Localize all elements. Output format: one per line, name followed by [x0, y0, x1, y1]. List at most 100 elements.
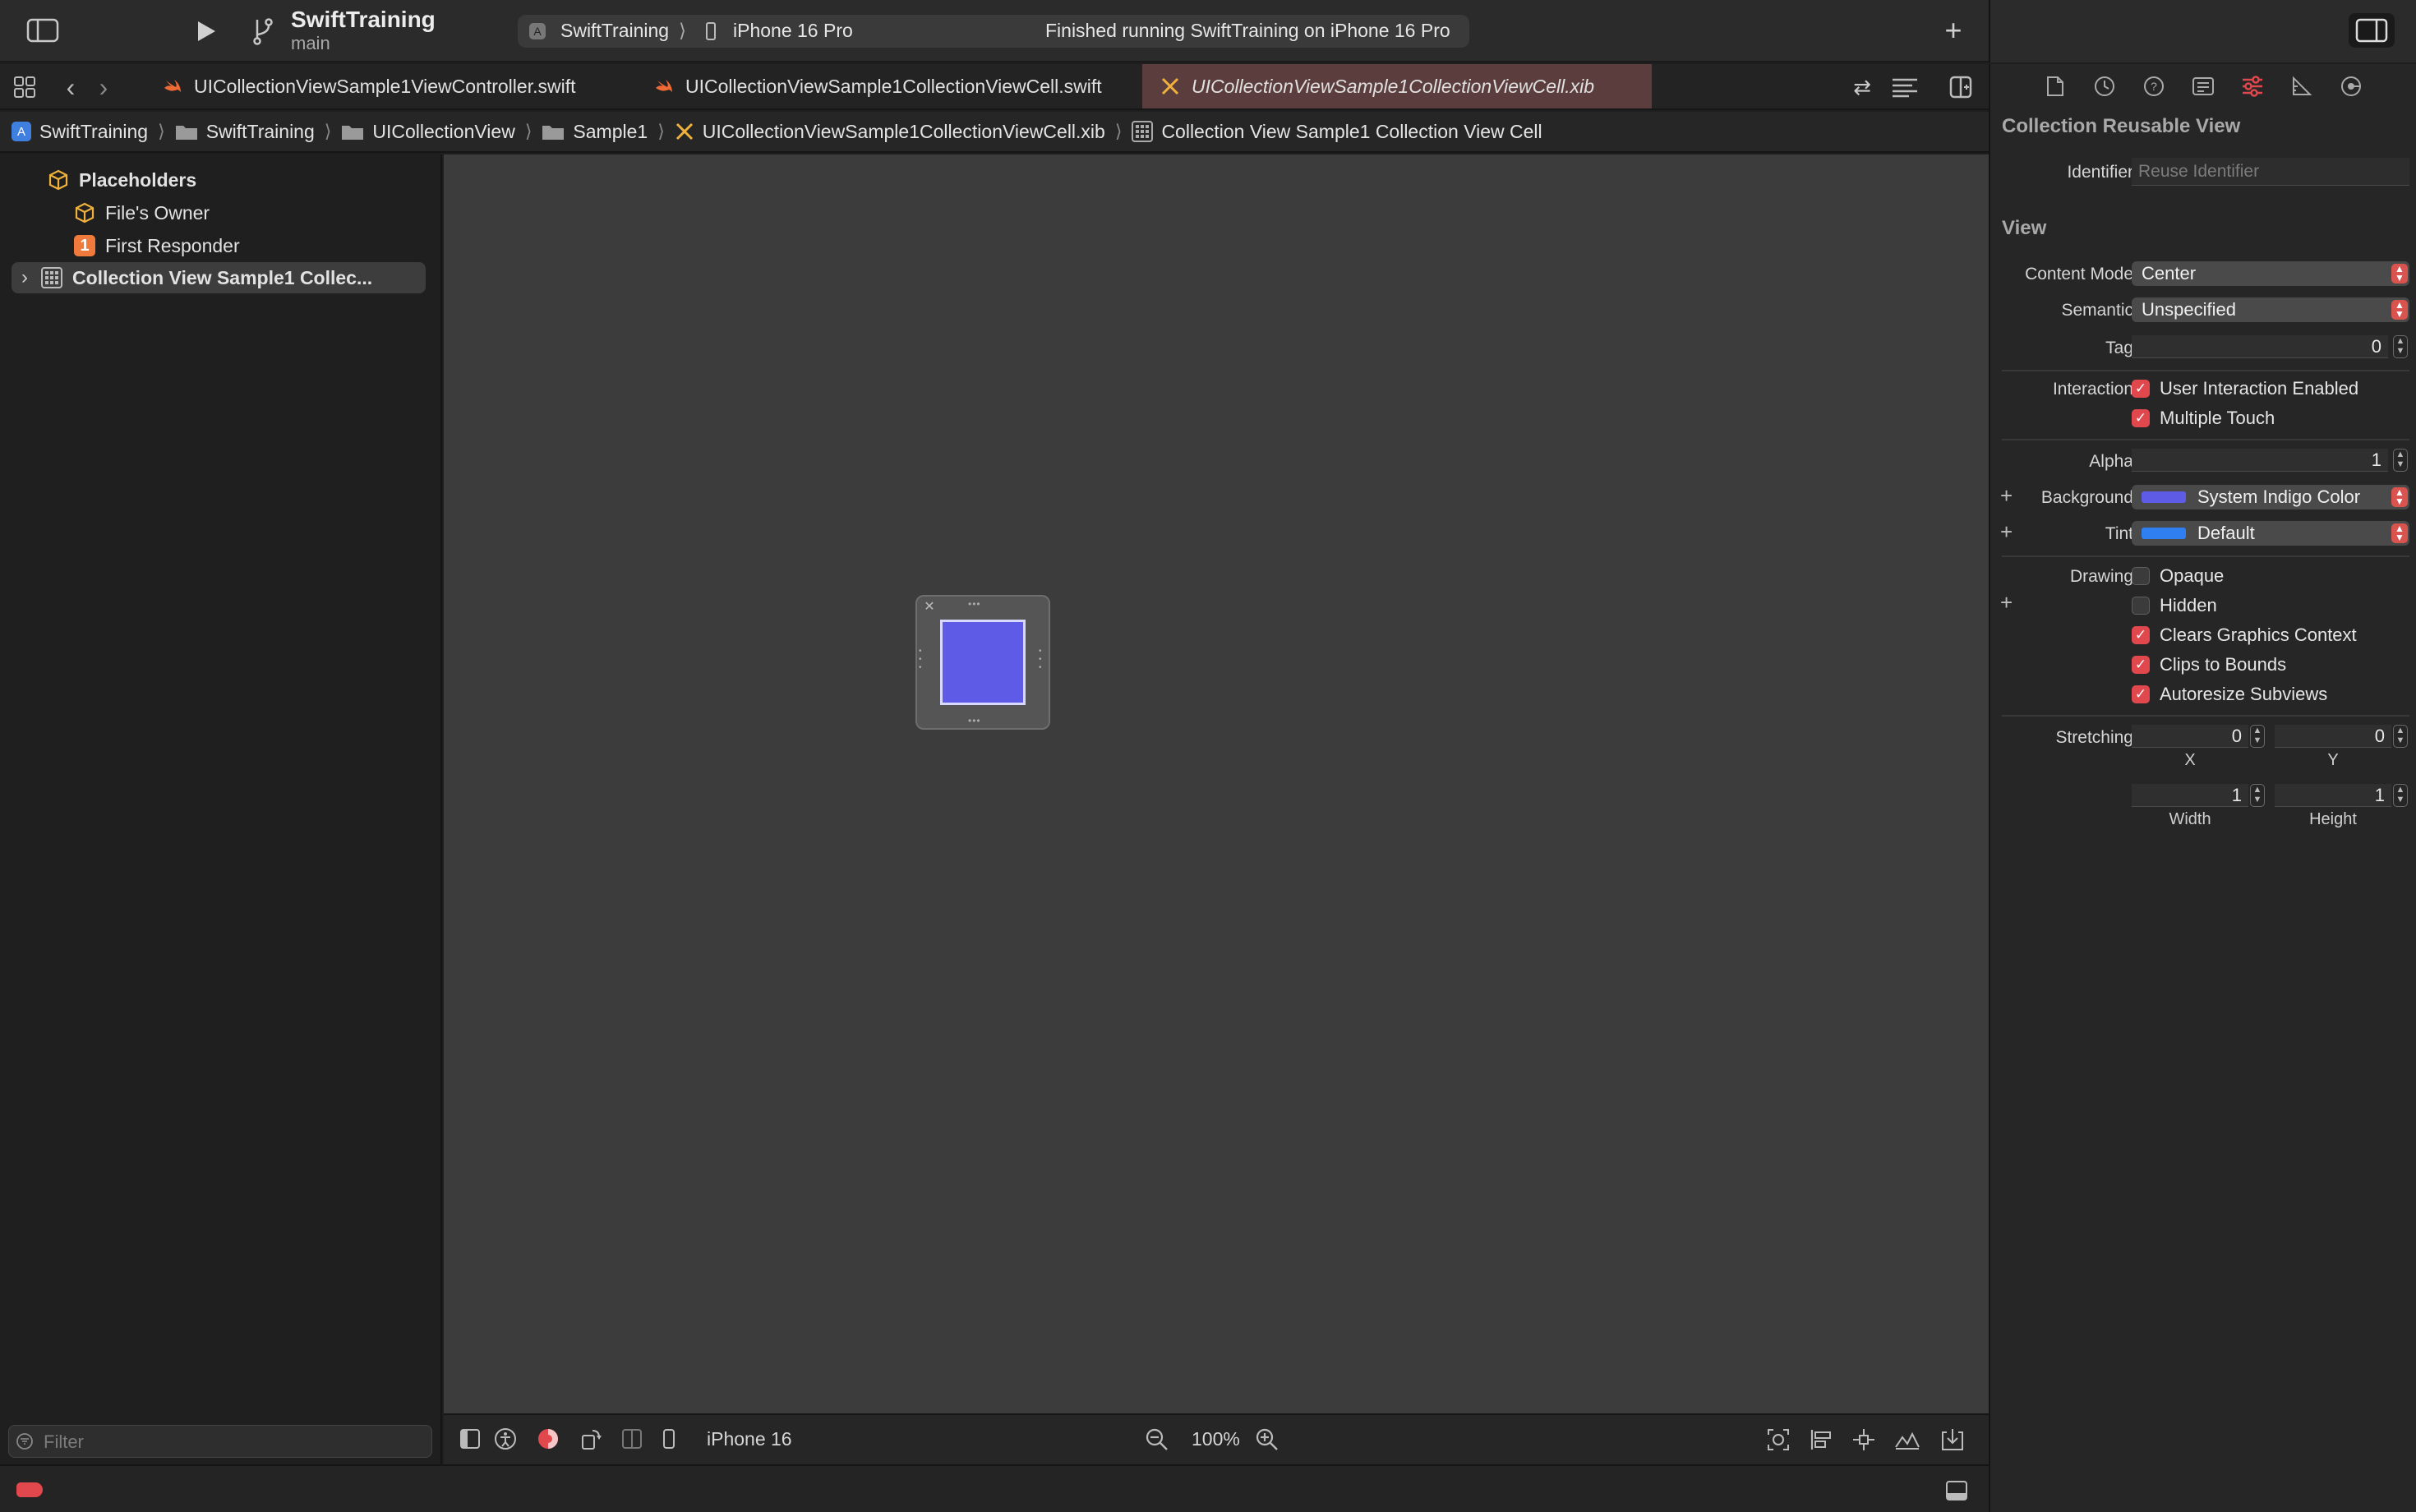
multiple-touch-checkbox[interactable]: ✓ Multiple Touch	[2132, 408, 2275, 429]
checkbox-unchecked-icon	[2132, 567, 2150, 585]
breadcrumb-file[interactable]: UICollectionViewSample1CollectionViewCel…	[675, 121, 1105, 143]
update-frames-icon[interactable]	[1765, 1427, 1791, 1453]
stretching-x-stepper[interactable]: ▲ ▼	[2250, 725, 2265, 748]
breadcrumb-group-uicollectionview[interactable]: UICollectionView	[341, 121, 515, 143]
tag-stepper[interactable]: ▲ ▼	[2393, 335, 2408, 358]
clears-graphics-checkbox[interactable]: ✓ Clears Graphics Context	[2132, 625, 2357, 646]
add-icon[interactable]: +	[1938, 13, 1969, 47]
hidden-variation-add-icon[interactable]: +	[2000, 590, 2013, 615]
identifier-field[interactable]: Reuse Identifier	[2132, 158, 2409, 186]
embed-in-icon[interactable]	[1939, 1427, 1966, 1453]
resize-handle-top[interactable]: •••	[968, 598, 981, 610]
alpha-field[interactable]: 1	[2132, 449, 2388, 472]
align-icon[interactable]	[1808, 1427, 1834, 1453]
resize-handle-bottom[interactable]: •••	[968, 715, 981, 726]
checkbox-checked-icon: ✓	[2132, 626, 2150, 644]
alpha-stepper[interactable]: ▲ ▼	[2393, 449, 2408, 472]
stretching-width-stepper[interactable]: ▲ ▼	[2250, 784, 2265, 807]
project-title[interactable]: SwiftTraining	[291, 7, 436, 33]
background-variation-add-icon[interactable]: +	[2000, 483, 2013, 509]
attributes-inspector-icon[interactable]	[2240, 74, 2265, 99]
accessibility-icon[interactable]	[493, 1427, 518, 1451]
stretching-height-stepper[interactable]: ▲ ▼	[2393, 784, 2408, 807]
background-label: Background	[2040, 488, 2133, 507]
editor-options-icon[interactable]	[1890, 74, 1920, 100]
content-mode-popup[interactable]: Center ▲ ▼	[2132, 261, 2409, 286]
breadcrumb-project[interactable]: A SwiftTraining	[12, 121, 148, 143]
checkbox-label: Multiple Touch	[2160, 408, 2275, 428]
stretching-y-field[interactable]: 0	[2275, 725, 2391, 748]
back-icon[interactable]: ‹	[61, 72, 81, 102]
resize-handle-right[interactable]: • • •	[1039, 648, 1045, 672]
device-name[interactable]: iPhone 16	[707, 1428, 792, 1450]
stretching-y-stepper[interactable]: ▲ ▼	[2393, 725, 2408, 748]
tab-label: UICollectionViewSample1ViewController.sw…	[194, 75, 576, 97]
background-swatch	[2142, 491, 2186, 503]
tint-variation-add-icon[interactable]: +	[2000, 519, 2013, 545]
swap-icon[interactable]: ⇄	[1849, 74, 1875, 100]
section-divider	[2002, 555, 2409, 557]
interface-builder-canvas[interactable]: ✕ ••• ••• • • • • • •	[444, 154, 1989, 1413]
tab-viewcontroller-swift[interactable]: UICollectionViewSample1ViewController.sw…	[145, 64, 615, 108]
zoom-level[interactable]: 100%	[1192, 1428, 1240, 1450]
add-editor-icon[interactable]	[1948, 74, 1974, 100]
sidebar-toggle-icon[interactable]	[26, 16, 59, 44]
outline-files-owner[interactable]: File's Owner	[74, 197, 210, 228]
section-divider	[2002, 439, 2409, 440]
close-scene-icon[interactable]: ✕	[922, 600, 937, 615]
outline-placeholders[interactable]: Placeholders	[48, 164, 196, 196]
run-icon[interactable]	[191, 16, 220, 46]
related-items-icon[interactable]	[12, 74, 38, 100]
breadcrumb-label: Collection View Sample1 Collection View …	[1161, 120, 1542, 142]
clips-to-bounds-checkbox[interactable]: ✓ Clips to Bounds	[2132, 654, 2286, 675]
stretching-height-field[interactable]: 1	[2275, 784, 2391, 807]
size-inspector-icon[interactable]	[2289, 74, 2314, 99]
background-color-popup[interactable]: System Indigo Color ▲ ▼	[2132, 485, 2409, 509]
stretching-width-field[interactable]: 1	[2132, 784, 2248, 807]
device-icon[interactable]	[661, 1427, 677, 1451]
hidden-checkbox[interactable]: Hidden	[2132, 595, 2217, 616]
tab-cell-swift[interactable]: UICollectionViewSample1CollectionViewCel…	[636, 64, 1139, 108]
collection-view-cell-frame[interactable]: ✕ ••• ••• • • • • • •	[915, 595, 1050, 730]
opaque-checkbox[interactable]: Opaque	[2132, 565, 2224, 587]
run-destination[interactable]: iPhone 16 Pro	[733, 20, 853, 42]
appearance-icon[interactable]	[536, 1427, 560, 1451]
connections-inspector-icon[interactable]	[2339, 74, 2363, 99]
tag-field[interactable]: 0	[2132, 335, 2388, 358]
status-text: Finished running SwiftTraining on iPhone…	[1045, 20, 1450, 41]
tab-cell-xib[interactable]: UICollectionViewSample1CollectionViewCel…	[1142, 64, 1652, 108]
forward-icon[interactable]: ›	[94, 72, 113, 102]
file-inspector-icon[interactable]	[2043, 74, 2068, 99]
zoom-out-icon[interactable]	[1144, 1427, 1170, 1453]
zoom-in-icon[interactable]	[1254, 1427, 1280, 1453]
layout-guides-icon[interactable]	[620, 1427, 644, 1451]
debug-area-toggle-icon[interactable]	[1944, 1479, 1969, 1502]
help-inspector-icon[interactable]: ?	[2142, 74, 2166, 99]
inspector-toggle-icon[interactable]	[2349, 13, 2395, 48]
resolve-issues-icon[interactable]	[1893, 1427, 1921, 1453]
semantic-popup[interactable]: Unspecified ▲ ▼	[2132, 297, 2409, 322]
resize-handle-left[interactable]: • • •	[919, 648, 925, 672]
add-constraints-icon[interactable]	[1851, 1427, 1877, 1453]
outline-label: Placeholders	[79, 168, 197, 191]
identity-inspector-icon[interactable]	[2191, 74, 2215, 99]
breakpoint-indicator-icon[interactable]	[16, 1482, 43, 1497]
outline-first-responder[interactable]: 1 First Responder	[74, 230, 240, 261]
cell-content-view[interactable]	[940, 620, 1026, 705]
outline-filter-field[interactable]: Filter	[8, 1425, 432, 1458]
branch-icon[interactable]	[248, 15, 278, 48]
autoresize-checkbox[interactable]: ✓ Autoresize Subviews	[2132, 684, 2327, 705]
breadcrumb-group-swifttraining[interactable]: SwiftTraining	[175, 121, 315, 143]
orientation-icon[interactable]	[579, 1427, 603, 1451]
stretching-x-field[interactable]: 0	[2132, 725, 2248, 748]
folder-icon	[175, 122, 198, 141]
breadcrumb-cell[interactable]: Collection View Sample1 Collection View …	[1132, 121, 1542, 143]
tint-color-popup[interactable]: Default ▲ ▼	[2132, 521, 2409, 546]
breadcrumb-group-sample1[interactable]: Sample1	[542, 121, 648, 143]
scheme-name[interactable]: SwiftTraining	[560, 20, 669, 42]
user-interaction-checkbox[interactable]: ✓ User Interaction Enabled	[2132, 378, 2358, 399]
outline-toggle-icon[interactable]	[459, 1427, 482, 1451]
outline-collection-cell[interactable]: › Collection View Sample1 Collec...	[12, 262, 426, 293]
disclosure-chevron-icon[interactable]: ›	[18, 266, 31, 289]
history-inspector-icon[interactable]	[2092, 74, 2117, 99]
